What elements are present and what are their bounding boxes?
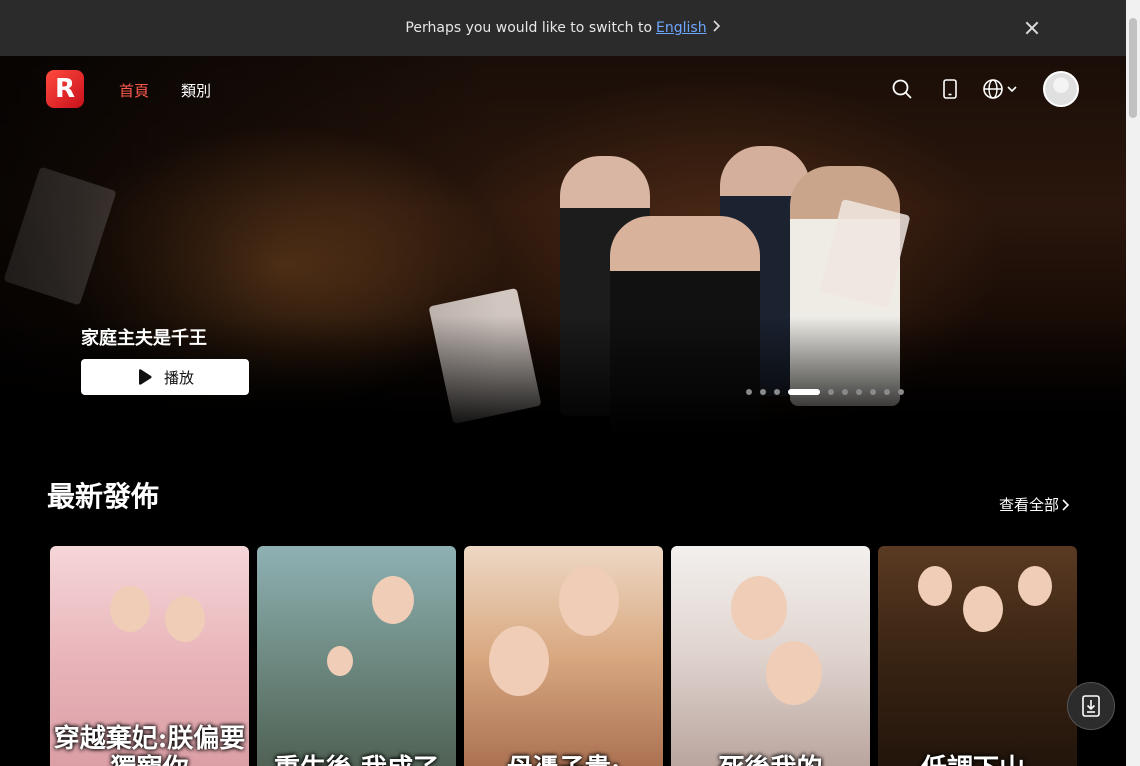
page-scrollbar[interactable]: [1126, 0, 1140, 766]
latest-release-row: 穿越棄妃:朕偏要獨寵你 重生後,我成了 母憑子貴: 死後我的 低調下山,: [50, 546, 1085, 766]
nav-home[interactable]: 首頁: [119, 80, 149, 101]
poster-title: 低調下山,: [878, 754, 1077, 766]
view-all-link[interactable]: 查看全部: [999, 494, 1070, 515]
play-button[interactable]: 播放: [81, 359, 249, 395]
poster-title: 穿越棄妃:朕偏要獨寵你: [53, 724, 246, 766]
chevron-right-icon: [713, 20, 721, 36]
switch-language-link[interactable]: English: [656, 20, 707, 36]
language-switch-banner: Perhaps you would like to switch to Engl…: [0, 0, 1126, 56]
drama-poster[interactable]: 穿越棄妃:朕偏要獨寵你: [50, 546, 249, 766]
scrollbar-thumb[interactable]: [1129, 18, 1137, 118]
hero-title: 家庭主夫是千王: [81, 328, 207, 349]
poster-title: 重生後,我成了: [257, 754, 456, 766]
drama-poster[interactable]: 重生後,我成了: [257, 546, 456, 766]
app-logo[interactable]: R: [46, 70, 84, 108]
drama-poster[interactable]: 低調下山,: [878, 546, 1077, 766]
chevron-right-icon: [1062, 498, 1070, 511]
search-icon[interactable]: [891, 78, 913, 100]
play-label: 播放: [163, 368, 194, 387]
carousel-dot[interactable]: [760, 389, 766, 395]
language-globe-icon[interactable]: [982, 78, 1018, 100]
close-banner-button[interactable]: [1022, 18, 1042, 38]
carousel-dot[interactable]: [774, 389, 780, 395]
top-navigation: R 首頁 類別: [0, 56, 1126, 122]
poster-title: 母憑子貴:: [464, 754, 663, 766]
mobile-app-icon[interactable]: [939, 78, 961, 100]
play-icon: [136, 368, 154, 386]
download-app-button[interactable]: [1067, 682, 1115, 730]
carousel-dot[interactable]: [884, 389, 890, 395]
carousel-dot[interactable]: [828, 389, 834, 395]
banner-text: Perhaps you would like to switch to: [405, 20, 653, 36]
nav-category[interactable]: 類別: [181, 80, 211, 101]
carousel-dot[interactable]: [788, 389, 820, 395]
carousel-dot[interactable]: [746, 389, 752, 395]
carousel-dot[interactable]: [842, 389, 848, 395]
view-all-label: 查看全部: [999, 496, 1060, 514]
poster-title: 死後我的: [671, 754, 870, 766]
carousel-dot[interactable]: [898, 389, 904, 395]
user-avatar[interactable]: [1043, 71, 1079, 107]
carousel-indicators: [746, 389, 912, 395]
drama-poster[interactable]: 死後我的: [671, 546, 870, 766]
carousel-dot[interactable]: [856, 389, 862, 395]
carousel-dot[interactable]: [870, 389, 876, 395]
section-title: 最新發佈: [47, 480, 160, 513]
drama-poster[interactable]: 母憑子貴:: [464, 546, 663, 766]
download-icon: [1082, 695, 1100, 717]
